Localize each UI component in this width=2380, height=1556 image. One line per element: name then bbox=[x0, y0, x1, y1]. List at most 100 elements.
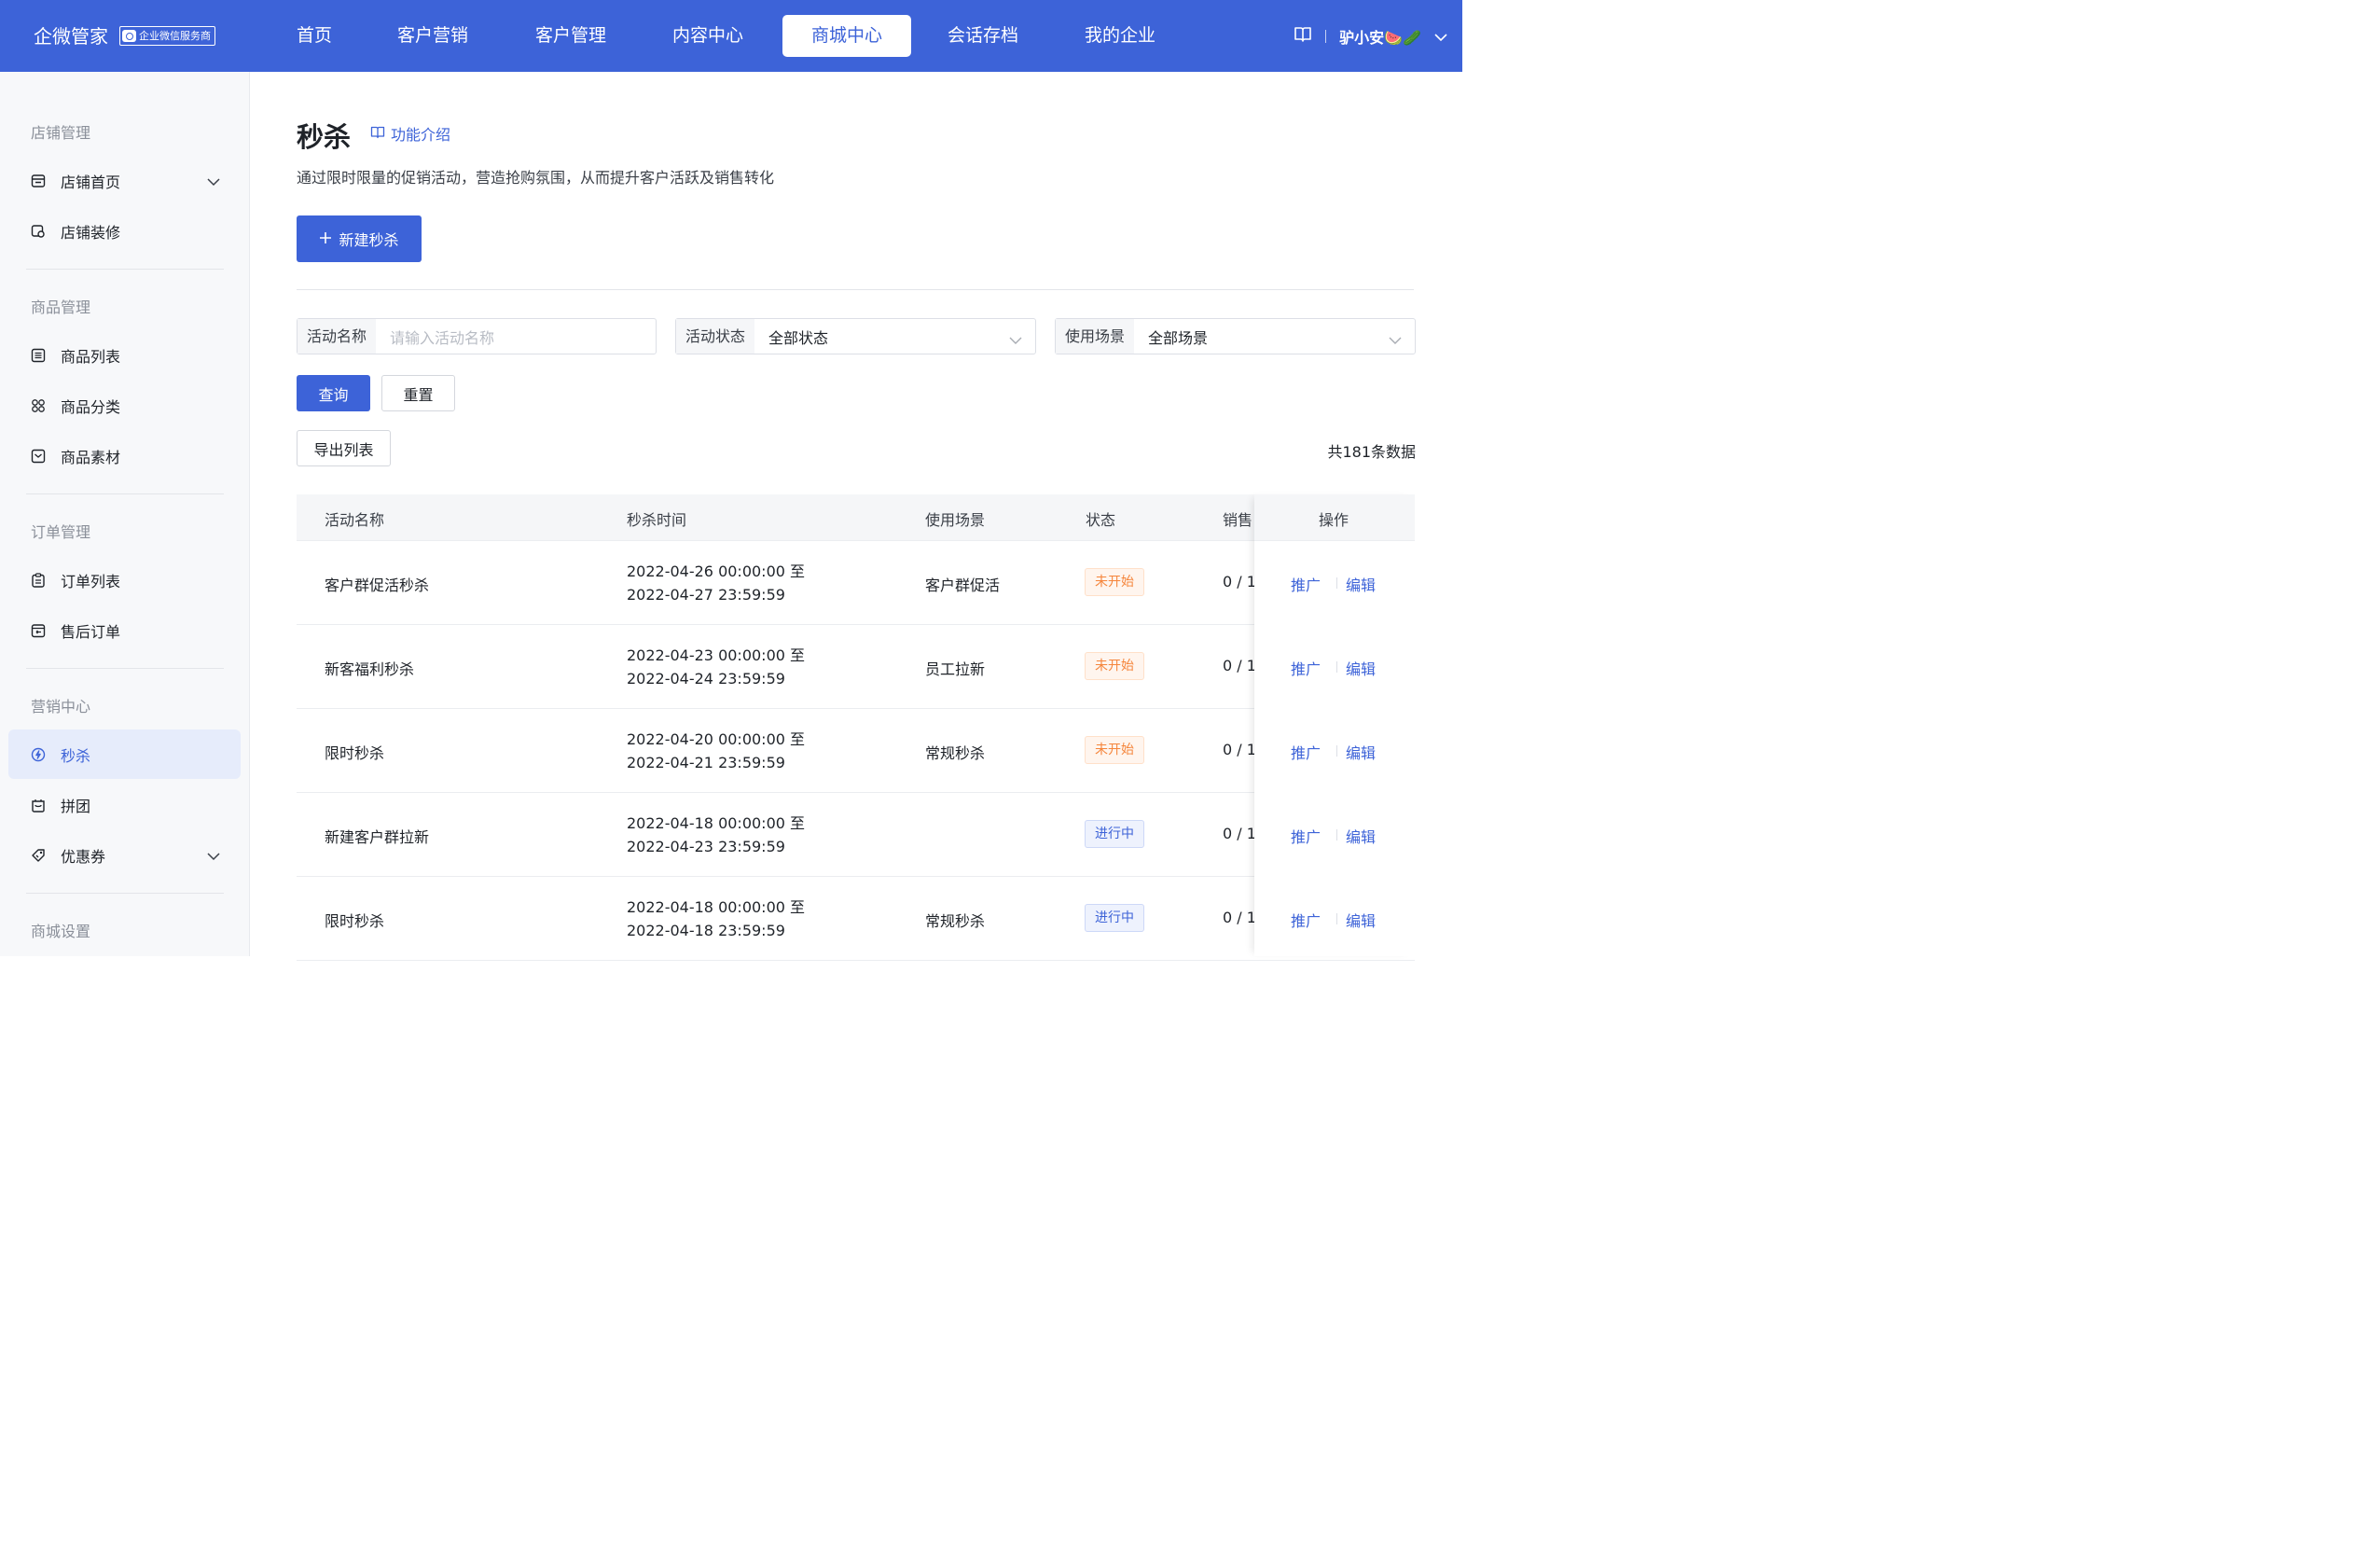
edit-link[interactable]: 编辑 bbox=[1346, 573, 1376, 595]
sidebar-item-label: 店铺装修 bbox=[61, 223, 121, 242]
chevron-down-icon[interactable] bbox=[1389, 331, 1402, 349]
sidebar-item-after-sale[interactable]: 售后订单 bbox=[8, 605, 241, 655]
activity-name: 新建客户群拉新 bbox=[325, 828, 430, 846]
usage-scene-filter[interactable]: 使用场景 全部场景 bbox=[1055, 318, 1416, 354]
column-header-status: 状态 bbox=[1086, 511, 1116, 529]
sidebar-item-store-home[interactable]: 店铺首页 bbox=[8, 156, 241, 205]
divider bbox=[1336, 577, 1337, 589]
sidebar-item-label: 店铺首页 bbox=[61, 173, 121, 191]
nav-item-chat-archive[interactable]: 会话存档 bbox=[920, 15, 1046, 57]
nav-item-mall-center[interactable]: 商城中心 bbox=[782, 15, 911, 57]
book-icon[interactable] bbox=[1294, 26, 1312, 47]
column-header-time: 秒杀时间 bbox=[627, 511, 687, 529]
create-flash-sale-button[interactable]: 新建秒杀 bbox=[297, 215, 422, 262]
export-list-button[interactable]: 导出列表 bbox=[297, 430, 391, 466]
divider bbox=[1336, 829, 1337, 841]
sidebar-group-orders: 订单管理 bbox=[31, 523, 91, 541]
activity-status-label: 活动状态 bbox=[676, 319, 755, 354]
chevron-down-icon[interactable] bbox=[1434, 28, 1447, 46]
edit-link[interactable]: 编辑 bbox=[1346, 825, 1376, 847]
material-icon bbox=[31, 449, 46, 464]
column-header-actions: 操作 bbox=[1319, 511, 1349, 529]
divider bbox=[1336, 661, 1337, 673]
total-count: 共181条数据 bbox=[1327, 443, 1416, 461]
edit-link[interactable]: 编辑 bbox=[1346, 741, 1376, 763]
edit-link[interactable]: 编辑 bbox=[1346, 909, 1376, 931]
usage-scene: 客户群促活 bbox=[925, 577, 1001, 594]
section-divider bbox=[297, 289, 1414, 290]
promote-link[interactable]: 推广 bbox=[1291, 909, 1321, 931]
sidebar: 店铺管理 店铺首页 店铺装修 商品管理 商品列表 商品分类 商品素材 订单管理 … bbox=[0, 72, 250, 956]
chevron-down-icon[interactable] bbox=[207, 173, 220, 190]
activity-status-select[interactable]: 全部状态 bbox=[754, 326, 1035, 348]
promote-link[interactable]: 推广 bbox=[1291, 573, 1321, 595]
promote-link[interactable]: 推广 bbox=[1291, 657, 1321, 679]
nav-item-customer-management[interactable]: 客户管理 bbox=[507, 15, 634, 57]
sales-count: 0 / 1 bbox=[1223, 909, 1256, 926]
category-icon bbox=[31, 398, 46, 413]
promote-link[interactable]: 推广 bbox=[1291, 741, 1321, 763]
usage-scene-label: 使用场景 bbox=[1056, 319, 1135, 354]
promote-link[interactable]: 推广 bbox=[1291, 825, 1321, 847]
sidebar-item-label: 拼团 bbox=[61, 797, 91, 815]
table-row: 新客福利秒杀 2022-04-23 00:00:00 至 2022-04-24 … bbox=[297, 625, 1415, 709]
usage-scene: 常规秒杀 bbox=[925, 744, 986, 762]
page-description: 通过限时限量的促销活动，营造抢购氛围，从而提升客户活跃及销售转化 bbox=[297, 169, 775, 187]
sidebar-item-coupon[interactable]: 优惠券 bbox=[8, 830, 241, 880]
user-area: 驴小安🍉🥒 bbox=[1294, 22, 1447, 50]
time-start: 2022-04-18 00:00:00 至 bbox=[627, 898, 806, 916]
activity-name-input[interactable]: 请输入活动名称 bbox=[376, 326, 656, 348]
sales-count: 0 / 1 bbox=[1223, 657, 1256, 674]
nav-item-my-enterprise[interactable]: 我的企业 bbox=[1057, 15, 1183, 57]
nav-item-customer-marketing[interactable]: 客户营销 bbox=[369, 15, 496, 57]
divider bbox=[1336, 913, 1337, 924]
sidebar-item-order-list[interactable]: 订单列表 bbox=[8, 555, 241, 604]
usage-scene-select[interactable]: 全部场景 bbox=[1134, 326, 1415, 348]
sidebar-group-products: 商品管理 bbox=[31, 299, 91, 316]
sidebar-item-store-decoration[interactable]: 店铺装修 bbox=[8, 206, 241, 256]
sidebar-group-marketing: 营销中心 bbox=[31, 698, 91, 715]
sales-count: 0 / 1 bbox=[1223, 825, 1256, 842]
sidebar-item-product-material[interactable]: 商品素材 bbox=[8, 431, 241, 480]
coupon-icon bbox=[31, 848, 46, 863]
time-end: 2022-04-18 23:59:59 bbox=[627, 922, 785, 939]
activity-name-filter: 活动名称 请输入活动名称 bbox=[297, 318, 657, 354]
status-badge: 进行中 bbox=[1085, 820, 1144, 848]
chevron-down-icon[interactable] bbox=[1009, 331, 1022, 349]
nav-item-content-center[interactable]: 内容中心 bbox=[644, 15, 771, 57]
feature-intro-link[interactable]: 功能介绍 bbox=[370, 122, 450, 145]
sidebar-item-label: 优惠券 bbox=[61, 847, 106, 866]
sales-count: 0 / 1 bbox=[1223, 741, 1256, 758]
sidebar-divider bbox=[26, 893, 224, 894]
sidebar-item-product-list[interactable]: 商品列表 bbox=[8, 330, 241, 380]
query-button[interactable]: 查询 bbox=[297, 375, 370, 411]
wecom-icon bbox=[122, 30, 136, 42]
reset-button[interactable]: 重置 bbox=[381, 375, 455, 411]
table-row: 限时秒杀 2022-04-18 00:00:00 至 2022-04-18 23… bbox=[297, 877, 1415, 961]
sidebar-item-flash-sale[interactable]: 秒杀 bbox=[8, 729, 241, 779]
chevron-down-icon[interactable] bbox=[207, 847, 220, 865]
time-start: 2022-04-18 00:00:00 至 bbox=[627, 814, 806, 832]
nav-item-home[interactable]: 首页 bbox=[269, 15, 360, 57]
decorate-icon bbox=[31, 224, 46, 239]
sidebar-divider bbox=[26, 668, 224, 669]
sidebar-item-label: 秒杀 bbox=[61, 746, 91, 765]
activity-status-filter[interactable]: 活动状态 全部状态 bbox=[675, 318, 1036, 354]
activity-name: 限时秒杀 bbox=[325, 744, 385, 762]
activity-name: 新客福利秒杀 bbox=[325, 660, 415, 678]
app-logo[interactable]: 企微管家 bbox=[34, 22, 108, 50]
aftersale-icon bbox=[31, 623, 46, 638]
sidebar-item-group-buy[interactable]: 拼团 bbox=[8, 780, 241, 829]
table-header: 活动名称 秒杀时间 使用场景 状态 销售 bbox=[297, 494, 1415, 541]
sidebar-item-product-category[interactable]: 商品分类 bbox=[8, 381, 241, 430]
edit-link[interactable]: 编辑 bbox=[1346, 657, 1376, 679]
status-badge: 未开始 bbox=[1085, 568, 1144, 596]
activity-name: 客户群促活秒杀 bbox=[325, 577, 430, 594]
sidebar-item-label: 售后订单 bbox=[61, 622, 121, 641]
sidebar-divider bbox=[26, 493, 224, 494]
time-end: 2022-04-27 23:59:59 bbox=[627, 586, 785, 604]
group-buy-icon bbox=[31, 798, 46, 813]
time-end: 2022-04-21 23:59:59 bbox=[627, 754, 785, 771]
user-name[interactable]: 驴小安🍉🥒 bbox=[1339, 25, 1421, 48]
book-icon bbox=[370, 125, 385, 143]
